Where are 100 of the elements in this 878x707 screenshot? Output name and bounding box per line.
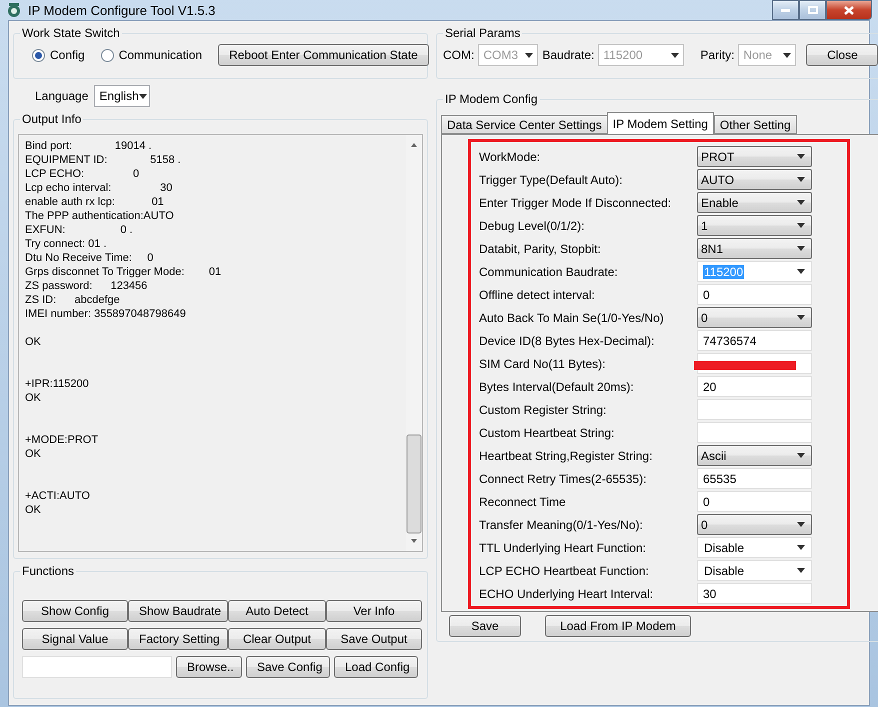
file-button[interactable]: Load Config	[334, 656, 418, 678]
log-line: +ACTI:AUTO	[25, 489, 91, 503]
app-icon	[6, 2, 22, 18]
caret-icon	[797, 522, 805, 527]
setting-dropdown[interactable]: Ascii	[697, 445, 812, 466]
setting-input[interactable]: 30	[697, 583, 812, 604]
tab[interactable]: Data Service Center Settings	[441, 115, 608, 134]
caret-icon	[138, 94, 147, 98]
log-line: Grps disconnet To Trigger Mode: 01	[25, 265, 222, 279]
setting-input[interactable]	[697, 399, 812, 420]
log-line: +MODE:PROT	[25, 433, 100, 447]
function-button[interactable]: Signal Value	[22, 628, 128, 650]
function-button[interactable]: Save Output	[326, 628, 422, 650]
log-line: OK	[25, 391, 42, 405]
group-title: IP Modem Config	[443, 92, 540, 106]
setting-dropdown[interactable]: AUTO	[697, 169, 812, 190]
function-button[interactable]: Factory Setting	[128, 628, 228, 650]
file-button[interactable]: Save Config	[246, 656, 330, 678]
close-icon	[844, 6, 854, 14]
caret-icon	[783, 52, 792, 58]
setting-label: Debug Level(0/1/2):	[479, 218, 586, 232]
radio-option[interactable]: Communication	[100, 48, 202, 62]
tab[interactable]: IP Modem Setting	[606, 112, 714, 134]
setting-label: Trigger Type(Default Auto):	[479, 172, 624, 186]
caret-icon	[671, 52, 680, 58]
log-line: OK	[25, 335, 42, 349]
setting-label: Offline detect interval:	[479, 288, 596, 302]
setting-label: Enter Trigger Mode If Disconnected:	[479, 196, 672, 210]
file-path-field[interactable]	[22, 656, 172, 678]
log-line: Bind port: 19014 .	[25, 139, 153, 153]
group-title: Work State Switch	[20, 26, 122, 40]
setting-label: Communication Baudrate:	[479, 264, 619, 278]
setting-input[interactable]: 0	[697, 491, 812, 512]
close-port-button[interactable]: Close	[806, 44, 878, 66]
caret-icon	[797, 200, 805, 205]
group-title: Serial Params	[443, 26, 522, 40]
file-button[interactable]: Browse..	[176, 656, 242, 678]
function-button[interactable]: Clear Output	[228, 628, 326, 650]
language-select[interactable]: English	[94, 85, 150, 107]
setting-input[interactable]	[697, 422, 812, 443]
caret-icon	[797, 154, 805, 159]
caret-icon	[797, 545, 805, 550]
setting-dropdown[interactable]: PROT	[697, 146, 812, 167]
log-line: Try connect: 01 .	[25, 237, 108, 251]
modem-button[interactable]: Load From IP Modem	[545, 615, 691, 637]
log-line: LCP ECHO: 0	[25, 167, 140, 181]
log-line: Dtu No Receive Time: 0	[25, 251, 154, 265]
log-line: OK	[25, 503, 42, 517]
field-label: COM:	[443, 48, 474, 62]
setting-input[interactable]: 20	[697, 376, 812, 397]
minimize-button[interactable]	[772, 0, 799, 20]
setting-dropdown[interactable]: 0	[697, 514, 812, 535]
setting-dropdown[interactable]: Enable	[697, 192, 812, 213]
log-line: Lcp echo interval: 30	[25, 181, 174, 195]
maximize-button[interactable]	[799, 0, 826, 20]
maximize-icon	[808, 6, 818, 14]
reboot-button[interactable]: Reboot Enter Communication State	[218, 44, 429, 66]
setting-input[interactable]: 65535	[697, 468, 812, 489]
setting-label: Auto Back To Main Se(1/0-Yes/No)	[479, 310, 665, 324]
log-line: +IPR:115200	[25, 377, 90, 391]
setting-dropdown[interactable]: 8N1	[697, 238, 812, 259]
setting-label: LCP ECHO Heartbeat Function:	[479, 564, 650, 578]
setting-label: Reconnect Time	[479, 494, 567, 508]
setting-dropdown[interactable]: 0	[697, 307, 812, 328]
setting-label: Connect Retry Times(2-65535):	[479, 472, 648, 486]
setting-label: Heartbeat String,Register String:	[479, 448, 654, 462]
setting-label: SIM Card No(11 Bytes):	[479, 356, 606, 370]
function-button[interactable]: Ver Info	[326, 600, 422, 622]
log-line: EQUIPMENT ID: 5158 .	[25, 153, 182, 167]
language-label: Language	[35, 89, 88, 103]
caret-icon	[797, 246, 805, 251]
setting-label: Device ID(8 Bytes Hex-Decimal):	[479, 334, 656, 348]
setting-label: ECHO Underlying Heart Interval:	[479, 586, 654, 600]
log-line: OK	[25, 447, 42, 461]
setting-combo[interactable]: Disable	[697, 560, 812, 581]
function-button[interactable]: Auto Detect	[228, 600, 326, 622]
setting-input[interactable]: 0	[697, 284, 812, 305]
radio-option[interactable]: Config	[32, 48, 85, 62]
modem-button[interactable]: Save	[449, 615, 521, 637]
caret-icon	[797, 269, 805, 274]
function-button[interactable]: Show Config	[22, 600, 128, 622]
function-button[interactable]: Show Baudrate	[128, 600, 228, 622]
caret-icon	[525, 52, 534, 58]
setting-label: Transfer Meaning(0/1-Yes/No):	[479, 518, 644, 532]
group-title: Output Info	[20, 112, 84, 126]
field-label: Parity:	[700, 48, 734, 62]
caret-icon	[797, 223, 805, 228]
log-line: enable auth rx lcp: 01	[25, 195, 165, 209]
setting-dropdown[interactable]: 1	[697, 215, 812, 236]
close-button[interactable]	[826, 0, 872, 20]
setting-label: TTL Underlying Heart Function:	[479, 540, 647, 554]
setting-combo[interactable]: Disable	[697, 537, 812, 558]
setting-input[interactable]	[697, 353, 812, 374]
setting-label: WorkMode:	[479, 150, 542, 164]
caret-icon	[797, 568, 805, 573]
minimize-icon	[781, 8, 790, 12]
group-title: Functions	[20, 564, 76, 578]
tab[interactable]: Other Setting	[714, 115, 797, 134]
setting-input[interactable]: 74736574	[697, 330, 812, 351]
caret-icon	[797, 453, 805, 458]
